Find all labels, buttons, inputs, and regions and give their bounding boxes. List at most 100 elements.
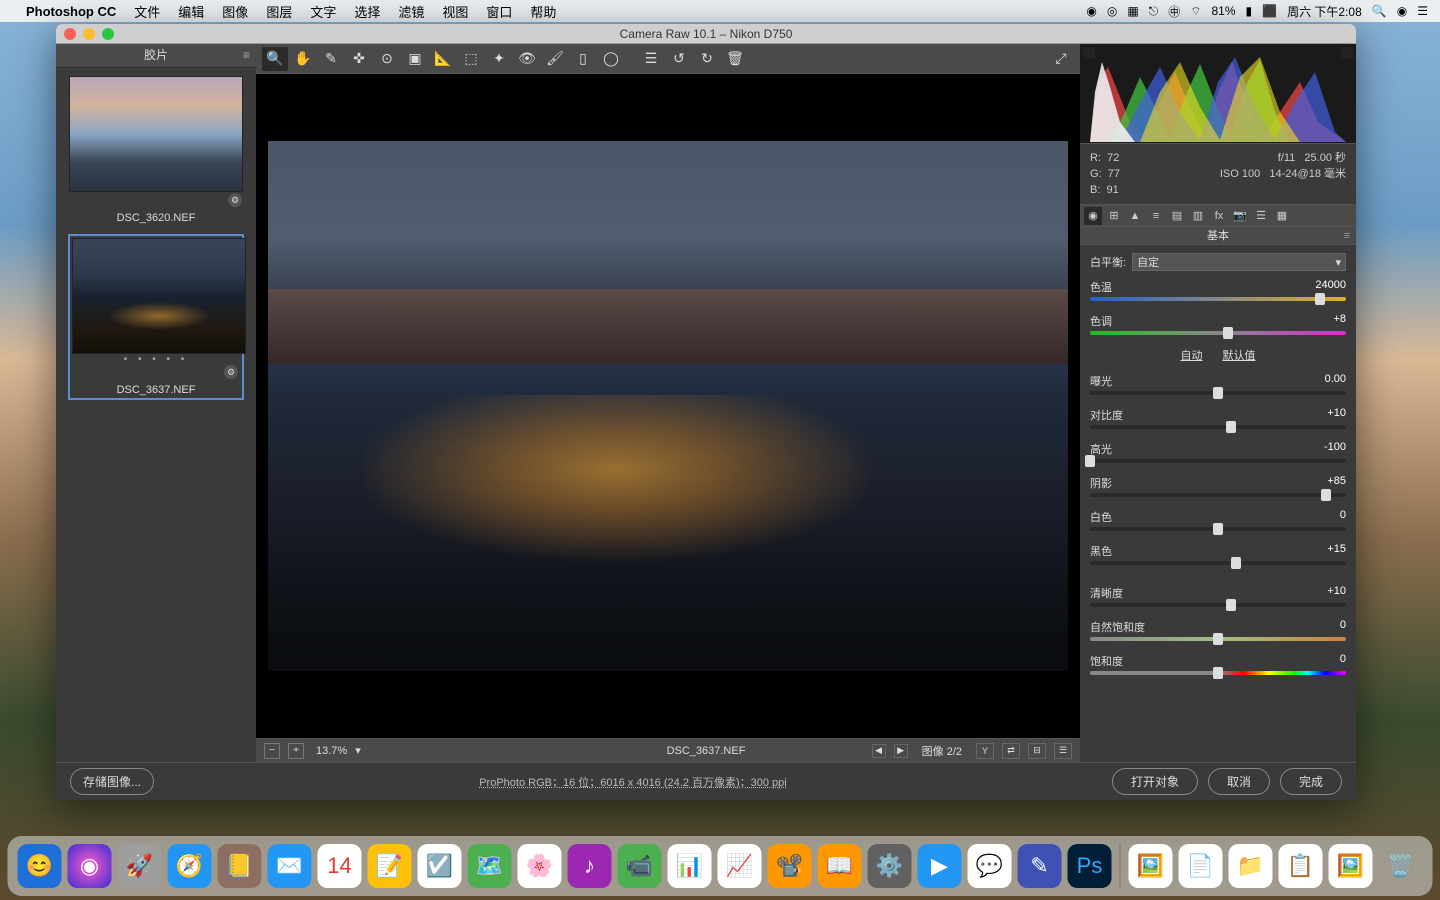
zoom-dropdown-icon[interactable]: ▾ [355,744,361,757]
dock-app1[interactable]: ✎ [1018,844,1062,888]
delete-icon[interactable]: 🗑 [722,47,748,71]
slider-thumb[interactable] [1321,489,1331,501]
sogou-icon[interactable]: ⬛ [1262,4,1277,18]
workflow-info[interactable]: ProPhoto RGB；16 位；6016 x 4016 (24.2 百万像素… [479,774,787,790]
color-sampler-tool[interactable]: ✜ [346,47,372,71]
prev-image-button[interactable]: ◀ [872,744,886,758]
dock-ibooks[interactable]: 📖 [818,844,862,888]
window-titlebar[interactable]: Camera Raw 10.1 – Nikon D750 [56,24,1356,44]
slider-thumb[interactable] [1231,557,1241,569]
adjustment-brush-tool[interactable]: 🖌 [542,47,568,71]
tab-split-icon[interactable]: ▤ [1168,207,1186,225]
whites-value[interactable]: 0 [1340,509,1346,525]
dock-finder[interactable]: 😊 [18,844,62,888]
radial-filter-tool[interactable]: ◯ [598,47,624,71]
tab-camera-icon[interactable]: 📷 [1231,207,1249,225]
dock-facetime[interactable]: 📹 [618,844,662,888]
dock-itunes[interactable]: ♪ [568,844,612,888]
histogram[interactable] [1080,44,1356,144]
slider-thumb[interactable] [1223,327,1233,339]
dock-recent-2[interactable]: 📄 [1179,844,1223,888]
view-options-icon[interactable]: ☰ [1054,743,1072,759]
blacks-slider[interactable] [1090,561,1346,565]
dock-maps[interactable]: 🗺️ [468,844,512,888]
fullscreen-icon[interactable]: ⤢ [1048,47,1074,71]
menu-type[interactable]: 文字 [310,2,336,21]
menu-edit[interactable]: 编辑 [178,2,204,21]
close-button[interactable] [64,28,76,40]
clarity-value[interactable]: +10 [1327,585,1346,601]
saturation-slider[interactable] [1090,671,1346,675]
dock-siri[interactable]: ◉ [68,844,112,888]
default-button[interactable]: 默认值 [1223,347,1256,363]
disk-icon[interactable]: ▦ [1127,4,1138,18]
rating-dots[interactable]: • • • • • [72,354,240,364]
dock-wechat[interactable]: 💬 [968,844,1012,888]
preview-area[interactable] [256,74,1080,738]
hand-tool[interactable]: ✋ [290,47,316,71]
slider-thumb[interactable] [1213,387,1223,399]
tab-hsl-icon[interactable]: ≡ [1147,207,1165,225]
wechat-icon[interactable]: ◉ [1086,4,1096,18]
menu-view[interactable]: 视图 [442,2,468,21]
thumbnail-1[interactable]: ⚙ DSC_3620.NEF [68,76,244,224]
tab-preset-icon[interactable]: ☰ [1252,207,1270,225]
temp-slider[interactable] [1090,297,1346,301]
menu-file[interactable]: 文件 [134,2,160,21]
clock[interactable]: 周六 下午2:08 [1287,3,1362,20]
siri-icon[interactable]: ◉ [1397,4,1407,18]
panel-menu-icon[interactable]: ≡ [1344,227,1350,245]
transform-tool[interactable]: ⬚ [458,47,484,71]
preferences-icon[interactable]: ☰ [638,47,664,71]
saturation-value[interactable]: 0 [1340,653,1346,669]
clarity-slider[interactable] [1090,603,1346,607]
menu-layer[interactable]: 图层 [266,2,292,21]
graduated-filter-tool[interactable]: ▯ [570,47,596,71]
slider-thumb[interactable] [1213,523,1223,535]
app-name[interactable]: Photoshop CC [26,4,116,19]
shadows-value[interactable]: +85 [1327,475,1346,491]
done-button[interactable]: 完成 [1280,768,1342,795]
before-after-button[interactable]: Y [976,743,994,759]
contrast-slider[interactable] [1090,425,1346,429]
exposure-value[interactable]: 0.00 [1325,373,1346,389]
crop-tool[interactable]: ▣ [402,47,428,71]
rotate-ccw-icon[interactable]: ↺ [666,47,692,71]
slider-thumb[interactable] [1226,421,1236,433]
redeye-tool[interactable]: 👁 [514,47,540,71]
dock-recent-5[interactable]: 🖼️ [1329,844,1373,888]
maximize-button[interactable] [102,28,114,40]
dock-photoshop[interactable]: Ps [1068,844,1112,888]
tab-curve-icon[interactable]: ⊞ [1105,207,1123,225]
dock-recent-4[interactable]: 📋 [1279,844,1323,888]
dock-calendar[interactable]: 14 [318,844,362,888]
target-adjust-tool[interactable]: ⊙ [374,47,400,71]
bluetooth-icon[interactable]: ⎋ [1149,4,1159,19]
dock-photos[interactable]: 🌸 [518,844,562,888]
zoom-out-button[interactable]: − [264,743,280,759]
input-icon[interactable]: ㊥ [1168,3,1180,20]
swap-button[interactable]: ⇄ [1002,743,1020,759]
slider-thumb[interactable] [1213,633,1223,645]
filmstrip-menu-icon[interactable]: ≡ [243,48,250,62]
menu-window[interactable]: 窗口 [486,2,512,21]
tab-basic-icon[interactable]: ◉ [1084,207,1102,225]
tint-value[interactable]: +8 [1333,313,1346,329]
next-image-button[interactable]: ▶ [894,744,908,758]
dock-recent-3[interactable]: 📁 [1229,844,1273,888]
cancel-button[interactable]: 取消 [1208,768,1270,795]
dock-preferences[interactable]: ⚙️ [868,844,912,888]
slider-thumb[interactable] [1315,293,1325,305]
straighten-tool[interactable]: 📐 [430,47,456,71]
dock-launchpad[interactable]: 🚀 [118,844,162,888]
wb-select[interactable]: 自定 ▾ [1132,253,1346,271]
zoom-level[interactable]: 13.7% [316,745,347,757]
tint-slider[interactable] [1090,331,1346,335]
battery-icon[interactable]: ▮ [1246,4,1253,18]
contrast-value[interactable]: +10 [1327,407,1346,423]
zoom-tool[interactable]: 🔍 [262,47,288,71]
dock-keynote[interactable]: 📽️ [768,844,812,888]
dock-recent-1[interactable]: 🖼️ [1129,844,1173,888]
dock-mail[interactable]: ✉️ [268,844,312,888]
slider-thumb[interactable] [1085,455,1095,467]
